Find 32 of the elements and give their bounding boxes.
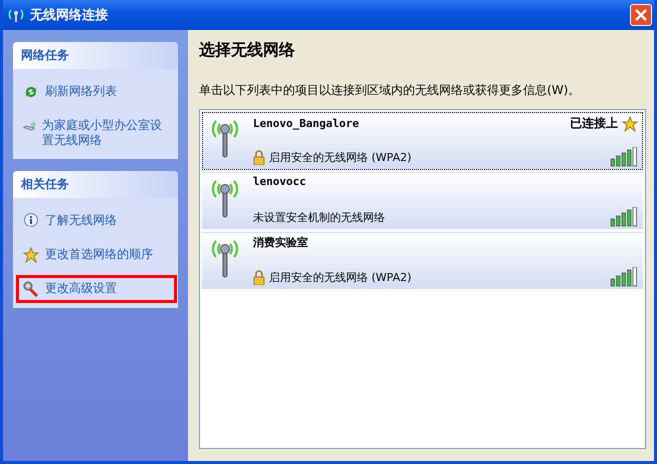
network-row[interactable]: 消费实验室 启用安全的无线网络 (WPA2)	[202, 232, 643, 290]
wireless-icon	[7, 7, 25, 23]
info-icon	[23, 213, 39, 229]
close-icon	[634, 8, 648, 22]
task-link[interactable]: 为家庭或小型办公室设置无线网络	[19, 115, 174, 151]
network-name: 消费实验室	[253, 235, 308, 250]
page-heading: 选择无线网络	[199, 40, 296, 61]
lock-icon	[253, 270, 265, 284]
task-link[interactable]: 更改高级设置	[19, 278, 174, 300]
task-link[interactable]: 了解无线网络	[19, 210, 174, 232]
close-button[interactable]	[630, 4, 652, 26]
panel-title: 网络任务	[13, 42, 178, 69]
task-link[interactable]: 更改首选网络的顺序	[19, 244, 174, 266]
network-name: lenovocc	[253, 175, 306, 188]
signal-strength-icon	[610, 267, 638, 287]
star-icon	[622, 116, 638, 132]
description: 单击以下列表中的项目以连接到区域内的无线网络或获得更多信息(W)。	[199, 82, 582, 99]
network-row[interactable]: lenovocc 未设置安全机制的无线网络	[202, 172, 643, 230]
security-label: 未设置安全机制的无线网络	[253, 210, 385, 224]
task-link[interactable]: 刷新网络列表	[19, 81, 174, 103]
window-title: 无线网络连接	[30, 6, 108, 24]
signal-strength-icon	[610, 147, 638, 167]
security-label: 启用安全的无线网络 (WPA2)	[269, 270, 412, 284]
refresh-icon	[23, 84, 39, 100]
connection-status: 已连接上	[570, 115, 618, 132]
panel-title: 相关任务	[13, 171, 178, 198]
star-icon	[23, 247, 39, 263]
security-label: 启用安全的无线网络 (WPA2)	[269, 150, 412, 164]
network-name: Lenovo_Bangalore	[253, 117, 359, 130]
lock-icon	[253, 150, 265, 164]
signal-strength-icon	[610, 207, 638, 227]
network-row[interactable]: Lenovo_Bangalore 已连接上 启用安全的无线网络 (WPA2)	[202, 112, 643, 170]
